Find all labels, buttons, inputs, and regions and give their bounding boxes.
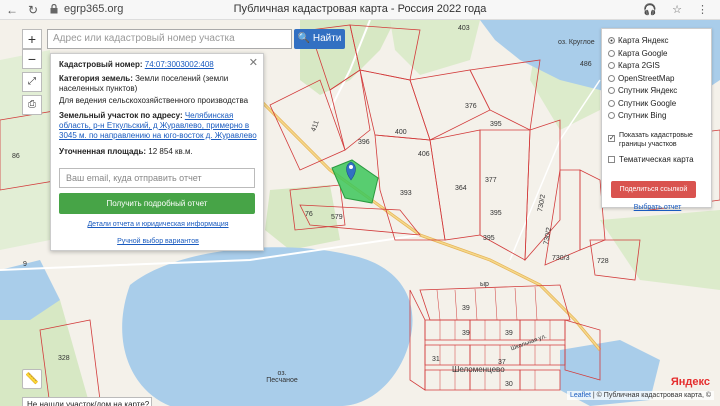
details-link[interactable]: Детали отчета и юридическая информация	[51, 221, 265, 228]
thematic-map-checkbox[interactable]: Тематическая карта	[608, 154, 694, 165]
thematic-map-label: Тематическая карта	[619, 155, 694, 164]
svg-text:486: 486	[580, 61, 592, 68]
svg-text:31: 31	[432, 356, 440, 363]
show-boundaries-checkbox[interactable]: ✓	[608, 131, 619, 142]
manual-select-link[interactable]: Ручной выбор вариантов	[51, 238, 265, 245]
browser-actions[interactable]: 🎧 ☆ ⋮	[643, 3, 714, 16]
radio-icon	[608, 112, 615, 119]
svg-text:9: 9	[23, 261, 27, 268]
radio-icon	[608, 62, 615, 69]
select-report-link[interactable]: Выбрать отчет	[602, 204, 713, 211]
svg-text:377: 377	[485, 177, 497, 184]
show-boundaries-label-line2: границы участков	[619, 141, 677, 148]
svg-text:39: 39	[505, 330, 513, 337]
svg-text:728: 728	[597, 258, 609, 265]
address-label: Земельный участок по адресу:	[59, 111, 183, 120]
basemap-option[interactable]: Спутник Bing	[608, 110, 666, 121]
search-button[interactable]: 🔍 Найти	[294, 29, 345, 49]
basemap-option-label: Карта Яндекс	[618, 36, 669, 45]
basemap-option-label: Спутник Bing	[618, 111, 667, 120]
radio-icon	[608, 74, 615, 82]
svg-text:395: 395	[483, 235, 495, 242]
radio-icon	[608, 49, 615, 57]
basemap-option[interactable]: Карта Google	[608, 48, 667, 59]
svg-text:ыр: ыр	[480, 281, 489, 288]
svg-text:730/2: 730/2	[543, 227, 553, 246]
cadastral-number-link[interactable]: 74:07:3003002:408	[145, 60, 214, 69]
map-attribution: Leaflet | © Публичная кадастровая карта,…	[566, 391, 714, 400]
print-icon[interactable]: ⎙	[22, 95, 42, 115]
cadastral-label: Кадастровый номер:	[59, 60, 143, 69]
lake-peschanoe-label: оз. Песчаное	[262, 370, 302, 384]
svg-text:395: 395	[490, 210, 502, 217]
svg-text:400: 400	[395, 129, 407, 136]
svg-text:730/3: 730/3	[552, 255, 570, 262]
basemap-option-label: Спутник Яндекс	[618, 86, 678, 95]
basemap-option[interactable]: Спутник Яндекс	[608, 85, 677, 96]
lake-peschanoe-label-line2: Песчаное	[266, 377, 298, 384]
email-field[interactable]: Ваш email, куда отправить отчет	[59, 168, 255, 188]
fullscreen-icon[interactable]: ⤢	[22, 72, 42, 92]
lake-peschanoe-label-line1: оз.	[277, 370, 287, 377]
svg-text:393: 393	[400, 190, 412, 197]
svg-text:76: 76	[305, 211, 313, 218]
show-boundaries-label: Показать кадастровые границы участков	[619, 131, 693, 149]
svg-text:396: 396	[358, 139, 370, 146]
svg-text:411: 411	[310, 120, 320, 133]
svg-text:30: 30	[505, 381, 513, 388]
svg-text:403: 403	[458, 25, 470, 32]
svg-text:39: 39	[462, 305, 470, 312]
category-label: Категория земель:	[59, 74, 133, 83]
parcel-info-panel: ✕ Кадастровый номер: 74:07:3003002:408 К…	[50, 53, 264, 251]
attribution-text: | © Публичная кадастровая карта, ©	[592, 392, 711, 399]
basemap-option-label: Карта 2GIS	[618, 61, 660, 70]
yandex-logo: Яндекс	[670, 376, 710, 388]
basemap-option-label: Карта Google	[618, 48, 668, 58]
svg-text:376: 376	[465, 103, 477, 110]
map-area[interactable]: 376 400 396 406 411 395 393 364 377 395 …	[0, 20, 720, 406]
area-value: 12 854 кв.м.	[148, 147, 193, 156]
ruler-icon[interactable]: 📏	[22, 369, 42, 389]
radio-icon	[608, 87, 615, 94]
purpose-text: Для ведения сельскохозяйственного произв…	[59, 96, 249, 105]
show-boundaries-label-line1: Показать кадастровые	[619, 132, 693, 139]
layers-panel: Карта Яндекс Карта Google Карта 2GIS OpenSt…	[601, 28, 713, 211]
leaflet-link[interactable]: Leaflet	[570, 392, 591, 399]
browser-toolbar: ← ↻ egrp365.org Публичная кадастровая ка…	[0, 0, 720, 20]
area-label: Уточненная площадь:	[59, 147, 147, 156]
village-label: Шеломенцево	[452, 365, 505, 374]
basemap-option[interactable]: OpenStreetMap	[608, 73, 674, 84]
page-title: Публичная кадастровая карта - Россия 202…	[233, 3, 487, 15]
basemap-option[interactable]: Карта 2GIS	[608, 60, 660, 71]
radio-icon	[608, 99, 615, 107]
checkbox-icon	[608, 156, 615, 163]
svg-text:395: 395	[490, 121, 502, 128]
search-icon: 🔍	[297, 33, 311, 44]
get-report-button[interactable]: Получить подробный отчет	[59, 193, 255, 214]
svg-text:328: 328	[58, 355, 70, 362]
lake-krugloe-label: оз. Круглое	[558, 39, 595, 46]
basemap-option-label: OpenStreetMap	[618, 73, 675, 83]
svg-text:86: 86	[12, 153, 20, 160]
not-found-button[interactable]: Не нашли участок/дом на карте?	[22, 397, 152, 406]
basemap-option[interactable]: Карта Яндекс	[608, 35, 669, 46]
svg-text:406: 406	[418, 151, 430, 158]
svg-text:730/2: 730/2	[537, 194, 547, 213]
zoom-in-button[interactable]: +	[22, 29, 42, 49]
share-link-button[interactable]: Поделиться ссылкой	[611, 181, 696, 198]
search-input[interactable]: Адрес или кадастровый номер участка	[47, 29, 292, 49]
checkbox-icon: ✓	[608, 135, 615, 142]
search-button-label: Найти	[312, 33, 342, 44]
zoom-out-button[interactable]: −	[22, 49, 42, 69]
svg-text:39: 39	[462, 330, 470, 337]
radio-icon	[608, 37, 615, 44]
svg-text:579: 579	[331, 214, 343, 221]
basemap-option[interactable]: Спутник Google	[608, 98, 676, 109]
basemap-option-label: Спутник Google	[618, 98, 677, 108]
svg-text:364: 364	[455, 185, 467, 192]
